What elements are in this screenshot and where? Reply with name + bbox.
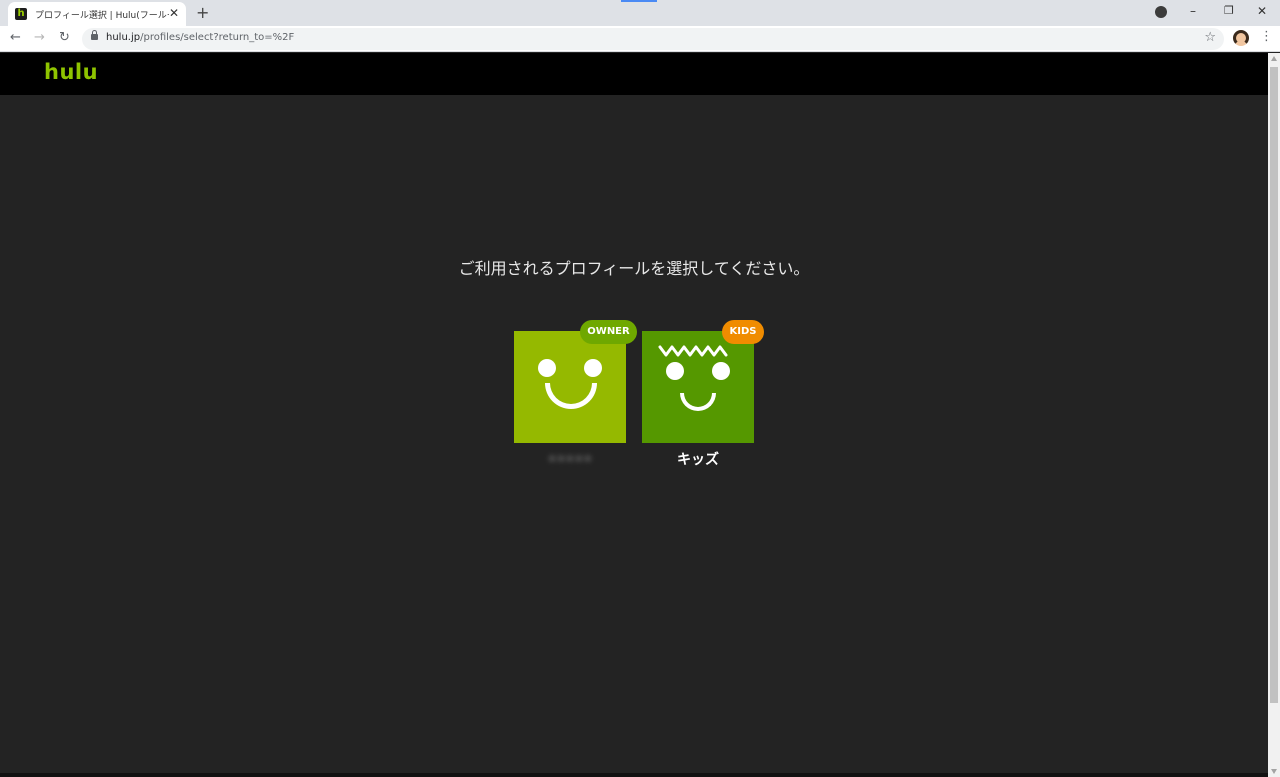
profile-owner[interactable]: OWNER ••••• — [514, 320, 637, 469]
smile-icon — [680, 393, 716, 411]
profile-select-prompt: ご利用されるプロフィールを選択してください。 — [458, 259, 810, 278]
profile-kids[interactable]: KIDS キッズ — [642, 320, 764, 469]
bookmark-star-icon[interactable]: ☆ — [1204, 30, 1216, 45]
owner-badge: OWNER — [580, 320, 637, 344]
url-path: /profiles/select?return_to=%2F — [140, 32, 295, 43]
kids-profile-name[interactable]: キッズ — [642, 451, 754, 469]
hulu-favicon-icon: h — [15, 8, 27, 20]
site-header: hulu — [0, 53, 1268, 95]
right-eye-icon — [584, 359, 602, 377]
tab-strip-accent — [621, 0, 657, 2]
browser-tab-strip: h プロフィール選択 | Hulu(フールー)【お試 ✕ + – ❐ ✕ — [0, 0, 1280, 26]
kids-badge: KIDS — [722, 320, 764, 344]
browser-toolbar: ← → ↻ hulu.jp/profiles/select?return_to=… — [0, 26, 1280, 52]
page-bottom-edge — [0, 773, 1268, 777]
page-scrollbar[interactable] — [1268, 53, 1280, 777]
reload-icon[interactable]: ↻ — [59, 30, 70, 45]
new-tab-icon[interactable]: + — [196, 3, 209, 22]
restore-icon[interactable]: ❐ — [1224, 4, 1234, 17]
browser-profile-icon[interactable] — [1155, 6, 1167, 18]
forward-arrow-icon[interactable]: → — [34, 30, 45, 45]
scroll-down-icon[interactable] — [1271, 769, 1277, 774]
kids-avatar-tile[interactable]: KIDS — [642, 320, 764, 443]
minimize-icon[interactable]: – — [1190, 4, 1196, 18]
url-text[interactable]: hulu.jp/profiles/select?return_to=%2F — [106, 32, 294, 43]
hulu-logo[interactable]: hulu — [44, 60, 98, 84]
window-close-icon[interactable]: ✕ — [1257, 4, 1267, 18]
left-eye-icon — [666, 362, 684, 380]
smile-icon — [545, 383, 597, 409]
hair-icon — [658, 345, 728, 357]
owner-profile-name[interactable]: ••••• — [514, 451, 626, 469]
browser-menu-icon[interactable]: ⋮ — [1260, 29, 1273, 44]
tab-title: プロフィール選択 | Hulu(フールー)【お試 — [35, 10, 169, 21]
scrollbar-thumb[interactable] — [1270, 67, 1278, 703]
owner-avatar-tile[interactable]: OWNER — [514, 320, 637, 443]
lock-icon[interactable] — [91, 30, 98, 40]
address-bar[interactable]: hulu.jp/profiles/select?return_to=%2F ☆ — [82, 28, 1224, 50]
left-eye-icon — [538, 359, 556, 377]
back-arrow-icon[interactable]: ← — [10, 30, 21, 45]
scroll-up-icon[interactable] — [1271, 56, 1277, 61]
browser-tab-active[interactable]: h プロフィール選択 | Hulu(フールー)【お試 ✕ — [8, 2, 186, 26]
tab-close-icon[interactable]: ✕ — [169, 6, 179, 20]
user-avatar-icon[interactable] — [1233, 30, 1249, 46]
url-host: hulu.jp — [106, 32, 141, 43]
right-eye-icon — [712, 362, 730, 380]
